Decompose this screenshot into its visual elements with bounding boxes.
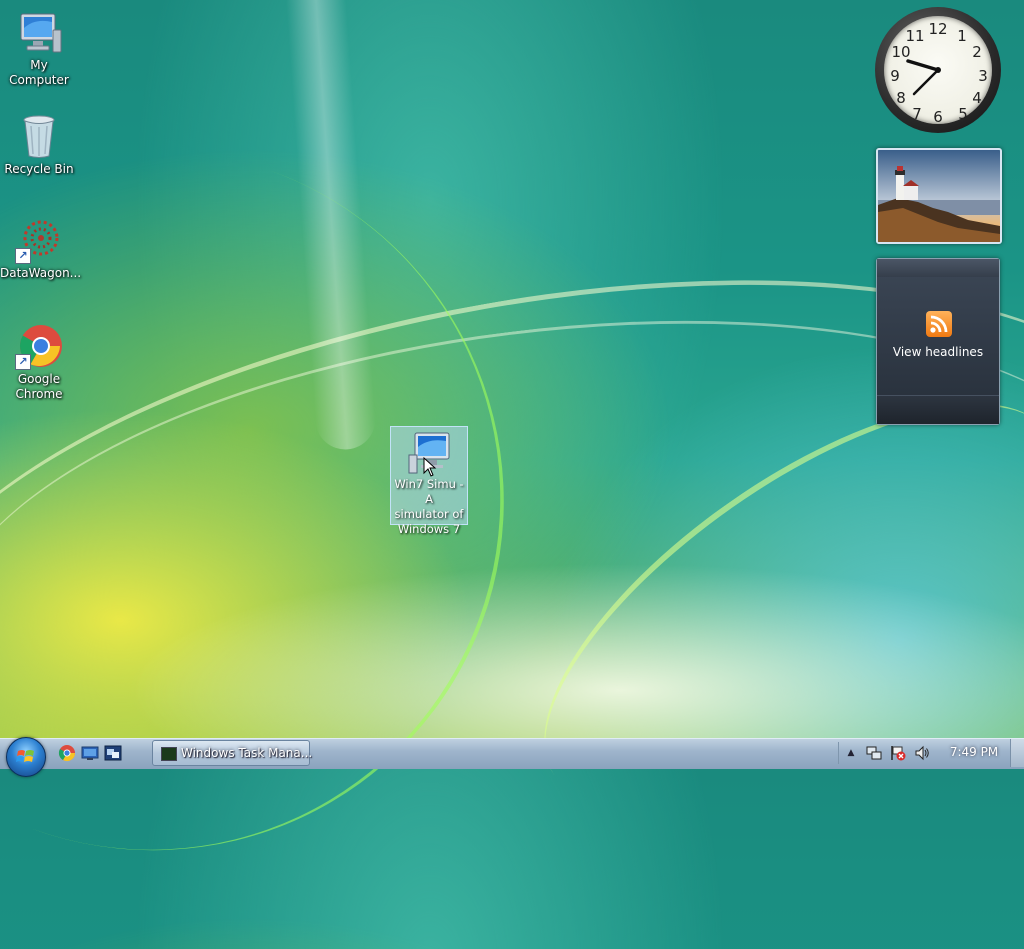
view-headlines-link[interactable]: View headlines xyxy=(877,345,999,359)
desktop-icon-datawagon[interactable]: ↗ DataWagon... xyxy=(0,216,82,281)
taskbar-clock[interactable]: 7:49 PM xyxy=(944,745,1004,759)
volume-icon[interactable] xyxy=(914,745,930,761)
desktop-icon-google-chrome[interactable]: ↗ Google Chrome xyxy=(0,322,78,402)
mouse-cursor-icon xyxy=(423,457,437,477)
show-desktop-icon xyxy=(81,746,99,760)
desktop-icon-label: Win7 Simu - A xyxy=(394,477,464,506)
desktop-icon-recycle-bin[interactable]: Recycle Bin xyxy=(0,112,78,177)
desktop-icon-label: Recycle Bin xyxy=(4,162,74,176)
wallpaper-streak xyxy=(0,258,1024,885)
gadget-footer xyxy=(877,395,999,424)
quicklaunch-show-desktop[interactable] xyxy=(81,744,99,762)
desktop-icon-label: DataWagon... xyxy=(0,266,82,280)
feed-headlines-gadget[interactable]: View headlines xyxy=(876,258,1000,425)
desktop-icon-label: Windows 7 xyxy=(397,522,461,536)
gadget-header xyxy=(877,259,999,277)
taskbar-button-task-manager[interactable]: Windows Task Mana... xyxy=(152,740,313,766)
taskbar-button-label: Windows Task Mana... xyxy=(181,746,313,760)
wallpaper-streak xyxy=(282,0,378,452)
task-manager-icon xyxy=(161,747,177,761)
desktop-icon-my-computer[interactable]: My Computer xyxy=(0,8,78,88)
tray-overflow-icon[interactable]: ▲ xyxy=(843,745,859,761)
network-icon[interactable] xyxy=(866,745,882,761)
wallpaper-streak xyxy=(0,191,1024,934)
show-desktop-button[interactable] xyxy=(1010,739,1024,767)
datawagon-icon: ↗ xyxy=(15,216,63,264)
chrome-icon xyxy=(58,745,76,762)
shortcut-arrow-icon: ↗ xyxy=(15,248,31,264)
clock-gadget[interactable]: 12 1 2 3 4 5 6 7 8 9 10 11 xyxy=(875,7,1001,133)
windows-orb-icon xyxy=(16,750,34,762)
lighthouse-photo xyxy=(878,150,1000,242)
clock-face: 12 1 2 3 4 5 6 7 8 9 10 11 xyxy=(884,16,992,126)
switch-windows-icon xyxy=(104,745,122,761)
recycle-bin-icon xyxy=(15,112,63,160)
computer-icon xyxy=(15,8,63,56)
tray-separator xyxy=(838,742,839,764)
desktop-icon-label: Google Chrome xyxy=(15,372,63,401)
action-center-flag-icon[interactable] xyxy=(890,745,906,761)
desktop-icon-label: My Computer xyxy=(9,58,69,87)
shortcut-arrow-icon: ↗ xyxy=(15,354,31,370)
desktop-icon-win7-simu[interactable]: Win7 Simu - A simulator of Windows 7 xyxy=(390,426,468,536)
desktop-icon-label: simulator of xyxy=(394,507,464,521)
start-button[interactable] xyxy=(6,737,46,777)
quicklaunch-switch-windows[interactable] xyxy=(104,744,122,762)
rss-icon xyxy=(926,311,952,337)
monitor-icon xyxy=(405,429,453,477)
chrome-icon: ↗ xyxy=(15,322,63,370)
slideshow-gadget[interactable] xyxy=(876,148,1002,244)
clock-hands xyxy=(906,59,941,96)
quicklaunch-chrome[interactable] xyxy=(58,744,76,762)
wallpaper-streak xyxy=(0,50,603,949)
